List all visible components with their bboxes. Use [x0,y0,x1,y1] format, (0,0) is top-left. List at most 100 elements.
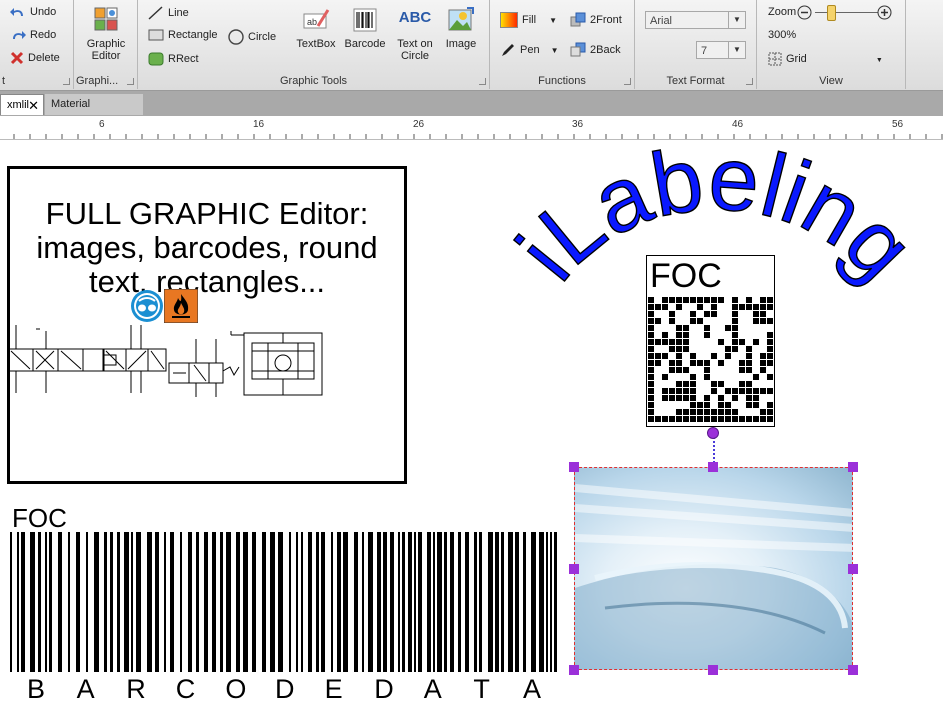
zoom-out-icon[interactable] [797,5,812,20]
send-to-back-button[interactable]: 2Back [570,42,621,58]
frame-text[interactable]: FULL GRAPHIC Editor: images, barcodes, r… [10,197,404,299]
safety-goggles-icon[interactable] [130,289,164,323]
datamatrix-element[interactable]: FOC [646,255,775,427]
undo-button[interactable]: Undo [10,5,56,19]
barcode-bar [220,532,223,672]
fill-dropdown-arrow-icon[interactable]: ▼ [549,16,557,25]
tab-material-designer[interactable]: Material Designer [45,94,143,131]
resize-handle[interactable] [848,564,858,574]
graphic-tools-group-launcher[interactable] [479,78,486,85]
design-canvas[interactable]: FULL GRAPHIC Editor: images, barcodes, r… [0,140,943,707]
barcode-character: T [473,674,490,704]
datamatrix-module [676,409,682,415]
font-family-select[interactable]: Arial ▼ [645,11,746,29]
graphic-editor-button[interactable]: Graphic Editor [82,6,130,62]
zoom-label: Zoom [768,6,797,18]
barcode-bar [308,532,312,672]
functions-group: Fill ▼ Pen ▼ 2Front 2Back Functions [490,0,635,89]
datamatrix-module [669,388,675,394]
line-tool-button[interactable]: Line [148,6,189,20]
textbox-tool-button[interactable]: ab TextBox [293,6,339,50]
barcode-element[interactable]: FOC BARCODEDATA [10,502,560,707]
resize-handle[interactable] [569,462,579,472]
close-tab-icon[interactable]: ✕ [28,95,39,116]
barcode-bar [321,532,325,672]
datamatrix-module [669,346,675,352]
datamatrix-module [711,297,717,303]
font-dropdown-arrow-icon[interactable]: ▼ [728,12,745,28]
barcode-bar [212,532,216,672]
datamatrix-module [760,409,766,415]
datamatrix-module [648,381,654,387]
barcode-bar [515,532,519,672]
pen-button[interactable]: Pen ▼ [500,42,559,58]
rrect-tool-button[interactable]: RRect [148,52,199,66]
frame-rectangle[interactable]: FULL GRAPHIC Editor: images, barcodes, r… [6,166,407,484]
resize-handle[interactable] [569,564,579,574]
selected-train-image[interactable] [574,467,853,670]
tab-xmlil[interactable]: xmlil ✕ [0,94,44,115]
datamatrix-module [669,416,675,422]
text-format-group-launcher[interactable] [746,78,753,85]
pen-dropdown-arrow-icon[interactable]: ▼ [551,46,559,55]
delete-button[interactable]: Delete [10,51,60,65]
barcode-tool-button[interactable]: Barcode [342,6,388,50]
datamatrix-module [725,353,731,359]
datamatrix-module [690,395,696,401]
barcode-character: O [225,674,247,704]
datamatrix-module [683,409,689,415]
image-icon [448,7,474,31]
resize-handle[interactable] [848,462,858,472]
datamatrix-module [732,395,738,401]
zoom-slider[interactable] [815,5,879,21]
datamatrix-module [732,325,738,331]
rectangle-tool-button[interactable]: Rectangle [148,29,218,41]
circle-tool-button[interactable]: Circle [228,29,276,45]
datamatrix-module [704,360,710,366]
datamatrix-module [662,388,668,394]
datamatrix-module [676,395,682,401]
resize-handle[interactable] [569,665,579,675]
resize-handle[interactable] [708,665,718,675]
datamatrix-module [718,395,724,401]
datamatrix-label: FOC [650,257,722,295]
fill-button[interactable]: Fill ▼ [500,12,557,28]
bring-to-front-button[interactable]: 2Front [570,12,622,28]
font-size-dropdown-arrow-icon[interactable]: ▼ [728,42,745,58]
graphic-editor-group: Graphic Editor Graphi... [74,0,138,89]
send-to-back-icon [570,42,586,57]
fill-color-icon [500,12,518,28]
resize-handle[interactable] [848,665,858,675]
barcode-bar [131,532,133,672]
svg-text:ab: ab [307,17,317,27]
datamatrix-module [753,304,759,310]
flammable-hazard-icon[interactable] [164,289,198,323]
datamatrix-module [683,388,689,394]
datamatrix-module [711,381,717,387]
font-size-select[interactable]: 7 ▼ [696,41,746,59]
barcode-bar [58,532,62,672]
edit-group-launcher[interactable] [63,78,70,85]
barcode-bar [188,532,192,672]
resize-handle[interactable] [708,462,718,472]
image-tool-button[interactable]: Image [438,6,484,50]
zoom-in-icon[interactable] [877,5,892,20]
datamatrix-module [760,416,766,422]
datamatrix-module [739,367,745,373]
graphic-editor-group-launcher[interactable] [127,78,134,85]
grid-dropdown[interactable]: Grid ▼ [768,52,883,66]
text-on-circle-tool-button[interactable]: ABC Text on Circle [392,6,438,62]
grid-dropdown-arrow-icon[interactable]: ▼ [876,57,883,64]
datamatrix-module [648,367,654,373]
datamatrix-module [732,304,738,310]
barcode-bar [270,532,275,672]
rotate-handle[interactable] [707,427,719,439]
hydraulic-schematic-image[interactable] [6,321,324,401]
redo-button[interactable]: Redo [10,28,56,42]
datamatrix-module [648,304,654,310]
datamatrix-module [648,318,654,324]
datamatrix-module [739,416,745,422]
zoom-slider-thumb[interactable] [827,5,836,21]
functions-group-launcher[interactable] [624,78,631,85]
document-tab-bar: xmlil ✕ Material Designer [0,91,943,131]
